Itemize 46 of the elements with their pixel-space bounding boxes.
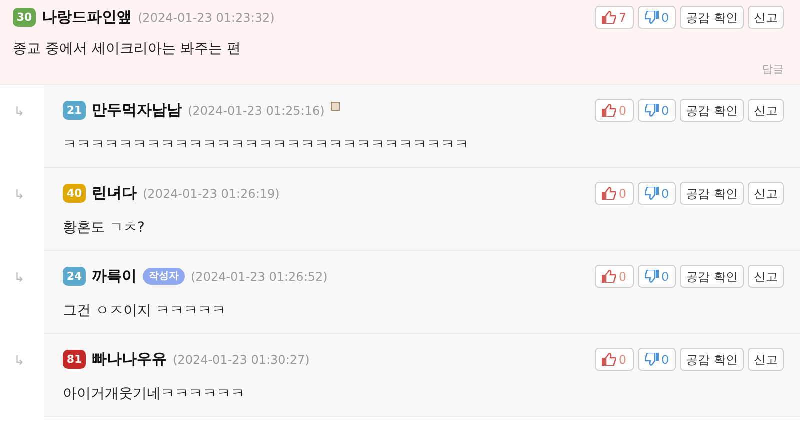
thumbs-down-icon bbox=[644, 353, 659, 366]
thumbs-down-icon bbox=[644, 187, 659, 200]
reply-arrow: ↳ bbox=[14, 188, 25, 203]
thumbs-up-icon bbox=[602, 104, 616, 117]
author-name[interactable]: 만두먹자남남 bbox=[92, 99, 182, 122]
reactions-button[interactable]: 공감 확인 bbox=[680, 265, 744, 288]
reply-arrow: ↳ bbox=[14, 271, 25, 286]
reply-text: 아이거개웃기네ㅋㅋㅋㅋㅋㅋ bbox=[63, 385, 245, 404]
thumbs-up-icon bbox=[602, 11, 616, 24]
reply-arrow: ↳ bbox=[14, 105, 25, 120]
thumbs-up-icon bbox=[602, 353, 616, 366]
thumbs-down-icon bbox=[644, 270, 659, 283]
author-tag: 작성자 bbox=[143, 268, 185, 285]
reply-arrow: ↳ bbox=[14, 354, 25, 369]
thumbs-up-icon bbox=[602, 187, 616, 200]
thumbs-down-icon bbox=[644, 104, 659, 117]
reply-text: 그건 ㅇㅈ이지 ㅋㅋㅋㅋㅋ bbox=[63, 302, 226, 321]
author-name[interactable]: 까륵이 bbox=[92, 265, 137, 288]
level-badge: 21 bbox=[63, 101, 86, 120]
comment-time: (2024-01-23 01:30:27) bbox=[173, 352, 310, 368]
comment-time: (2024-01-23 01:23:32) bbox=[138, 10, 275, 26]
comment-time: (2024-01-23 01:26:19) bbox=[143, 186, 280, 202]
author-name[interactable]: 빠나나우유 bbox=[92, 348, 167, 371]
level-badge: 24 bbox=[63, 267, 86, 286]
reactions-button[interactable]: 공감 확인 bbox=[680, 6, 744, 29]
report-button[interactable]: 신고 bbox=[748, 99, 784, 122]
report-button[interactable]: 신고 bbox=[748, 348, 784, 371]
reactions-button[interactable]: 공감 확인 bbox=[680, 99, 744, 122]
like-button[interactable]: 7 bbox=[594, 6, 634, 29]
comment-text: 종교 중에서 세이크리아는 봐주는 편 bbox=[13, 40, 241, 59]
level-badge: 30 bbox=[13, 8, 36, 27]
report-button[interactable]: 신고 bbox=[748, 182, 784, 205]
reply-text: ㅋㅋㅋㅋㅋㅋㅋㅋㅋㅋㅋㅋㅋㅋㅋㅋㅋㅋㅋㅋㅋㅋㅋㅋㅋㅋㅋㅋㅋ bbox=[63, 136, 469, 155]
reactions-button[interactable]: 공감 확인 bbox=[680, 348, 744, 371]
thumbs-up-icon bbox=[602, 270, 616, 283]
reply-text: 황혼도 ㄱㅊ? bbox=[63, 219, 145, 238]
thumbs-down-icon bbox=[644, 11, 659, 24]
reactions-button[interactable]: 공감 확인 bbox=[680, 182, 744, 205]
author-name[interactable]: 린녀다 bbox=[92, 182, 137, 205]
report-button[interactable]: 신고 bbox=[748, 265, 784, 288]
comment-time: (2024-01-23 01:25:16) bbox=[188, 102, 325, 120]
level-badge: 81 bbox=[63, 350, 86, 369]
report-button[interactable]: 신고 bbox=[748, 6, 784, 29]
level-badge: 40 bbox=[63, 184, 86, 203]
author-name[interactable]: 나랑드파인앺 bbox=[42, 6, 132, 29]
comment-time: (2024-01-23 01:26:52) bbox=[191, 268, 328, 286]
